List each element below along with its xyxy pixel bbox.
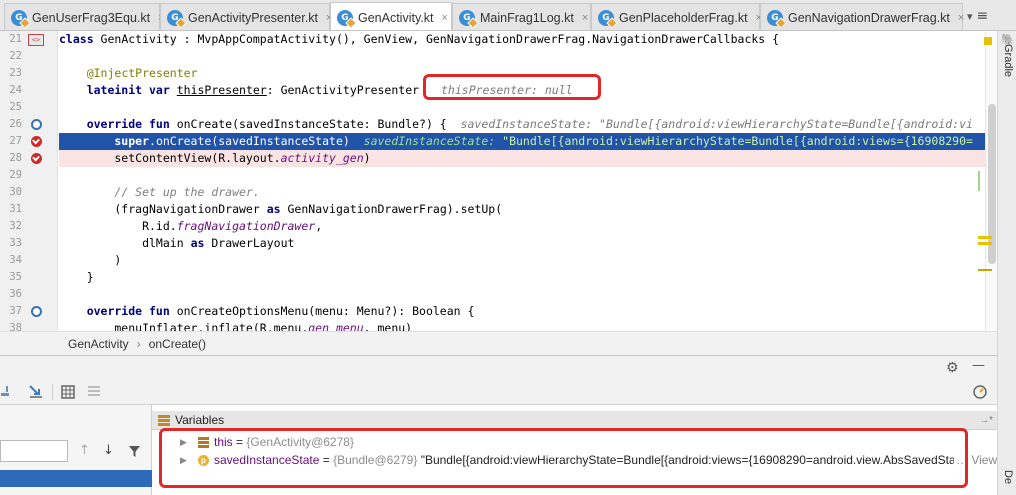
- close-icon[interactable]: ×: [958, 12, 964, 24]
- change-marker: [978, 236, 992, 239]
- tab-gennavigationdrawerfrag[interactable]: G GenNavigationDrawerFrag.kt ×: [760, 3, 964, 30]
- line-number: 30: [9, 186, 22, 198]
- code-line-27-execution-point: super.onCreate(savedInstanceState) saved…: [59, 133, 985, 150]
- code-line-21: class GenActivity : MvpAppCompatActivity…: [59, 32, 780, 46]
- breadcrumb-class[interactable]: GenActivity: [60, 337, 137, 351]
- memory-gauge-icon[interactable]: [972, 384, 988, 400]
- override-marker-icon[interactable]: [31, 306, 42, 317]
- tab-genactivitypresenter[interactable]: G GenActivityPresenter.kt ×: [160, 3, 332, 30]
- kotlin-class-icon: G: [167, 9, 187, 29]
- frames-pane: ↑ ↓: [0, 405, 152, 495]
- gradle-tool-window-button[interactable]: Gradle: [998, 44, 1014, 77]
- tab-label: MainFrag1Log.kt: [480, 10, 574, 25]
- change-marker: [978, 269, 992, 271]
- code-line-37: override fun onCreateOptionsMenu(menu: M…: [59, 304, 475, 318]
- code-line-38: menuInflater.inflate(R.menu.gen_menu, me…: [59, 321, 413, 331]
- device-tool-window-button[interactable]: De: [998, 470, 1014, 484]
- code-line-30: // Set up the drawer.: [114, 185, 260, 199]
- error-stripe-marker[interactable]: [984, 37, 992, 45]
- pin-icon[interactable]: →*: [979, 415, 993, 426]
- line-number: 22: [9, 50, 22, 62]
- line-number: 34: [9, 254, 22, 266]
- arrow-down-icon[interactable]: ↓: [103, 443, 114, 458]
- line-number: 35: [9, 271, 22, 283]
- right-tool-strip: 🐘: [997, 31, 1016, 495]
- tab-genactivity[interactable]: G GenActivity.kt ×: [330, 2, 452, 30]
- line-number: 25: [9, 101, 22, 113]
- separator: [52, 384, 53, 400]
- code-line-35: }: [59, 270, 94, 284]
- override-marker-icon[interactable]: [31, 119, 42, 130]
- line-number: 23: [9, 67, 22, 79]
- editor-tab-bar: G GenUserFrag3Equ.kt × G GenActivityPres…: [0, 0, 1016, 31]
- line-number: 36: [9, 288, 22, 300]
- breakpoint-icon[interactable]: [31, 153, 42, 164]
- filter-icon[interactable]: [128, 445, 141, 458]
- code-line-26: override fun onCreate(savedInstanceState…: [59, 117, 973, 131]
- kotlin-class-icon: G: [598, 9, 618, 29]
- editor-scrollbar[interactable]: [985, 31, 997, 331]
- tab-genuserfrag3equ[interactable]: G GenUserFrag3Equ.kt ×: [4, 3, 165, 30]
- kotlin-class-icon: G: [11, 9, 31, 29]
- evaluate-icon[interactable]: [61, 385, 75, 399]
- breadcrumb: GenActivity › onCreate(): [0, 331, 997, 355]
- tab-label: GenActivityPresenter.kt: [188, 10, 318, 25]
- variables-icon: [158, 414, 170, 426]
- frame-list-item-selected[interactable]: [0, 470, 152, 487]
- variables-pane: Variables →* ▶ this = {GenActivity@6278}…: [152, 405, 997, 495]
- change-marker: [978, 171, 980, 191]
- scrollbar-thumb[interactable]: [988, 104, 996, 264]
- line-number: 32: [9, 220, 22, 232]
- tab-label: GenUserFrag3Equ.kt: [32, 10, 151, 25]
- debug-toolbar: [0, 379, 997, 405]
- tab-label: GenActivity.kt: [358, 10, 434, 25]
- close-icon[interactable]: ×: [441, 12, 447, 24]
- gear-icon[interactable]: ⚙: [946, 360, 959, 376]
- tab-label: GenNavigationDrawerFrag.kt: [788, 10, 950, 25]
- close-icon[interactable]: ×: [582, 12, 588, 24]
- code-line-28: setContentView(R.layout.activity_gen): [59, 150, 985, 167]
- line-number: 37: [9, 305, 22, 317]
- line-number: 28: [9, 152, 22, 164]
- line-number: 33: [9, 237, 22, 249]
- kotlin-class-icon: G: [337, 9, 357, 29]
- layout-code-icon[interactable]: <>: [28, 34, 44, 46]
- line-number: 27: [9, 135, 22, 147]
- line-number: 29: [9, 169, 22, 181]
- code-line-34: ): [59, 253, 122, 267]
- restore-layout-icon[interactable]: [87, 385, 101, 399]
- line-number: 31: [9, 203, 22, 215]
- step-out-icon[interactable]: [0, 384, 14, 398]
- step-into-icon[interactable]: [28, 384, 44, 400]
- variables-title: Variables: [175, 413, 225, 427]
- line-number: 24: [9, 84, 22, 96]
- tab-mainfrag1log[interactable]: G MainFrag1Log.kt ×: [452, 3, 591, 30]
- kotlin-class-icon: G: [767, 9, 787, 29]
- kotlin-class-icon: G: [459, 9, 479, 29]
- line-number: 26: [9, 118, 22, 130]
- change-marker: [978, 242, 992, 245]
- arrow-up-icon[interactable]: ↑: [79, 443, 90, 458]
- chevron-down-icon[interactable]: ▾: [967, 10, 973, 23]
- highlight-box-variables: [159, 428, 968, 488]
- code-line-32: R.id.fragNavigationDrawer,: [59, 219, 323, 233]
- tab-label: GenPlaceholderFrag.kt: [619, 10, 748, 25]
- code-line-31: (fragNavigationDrawer as GenNavigationDr…: [59, 202, 503, 216]
- menu-icon[interactable]: ≡: [977, 8, 989, 24]
- breadcrumb-method[interactable]: onCreate(): [141, 337, 214, 351]
- breakpoint-icon[interactable]: [31, 136, 42, 147]
- editor-gutter[interactable]: 21 22 23 24 25 26 27 28 29 30 31 32 33 3…: [0, 31, 58, 334]
- code-editor[interactable]: 21 22 23 24 25 26 27 28 29 30 31 32 33 3…: [0, 31, 1016, 334]
- minimize-icon[interactable]: —: [972, 358, 985, 373]
- line-number: 21: [9, 33, 22, 45]
- tab-overflow[interactable]: ▾ ≡: [965, 5, 1015, 27]
- debug-panel-header: ⚙ —: [0, 355, 997, 379]
- code-line-33: dlMain as DrawerLayout: [59, 236, 295, 250]
- tab-genplaceholderfrag[interactable]: G GenPlaceholderFrag.kt ×: [591, 3, 762, 30]
- thread-selector[interactable]: [0, 440, 68, 462]
- highlight-box-presenter: [423, 74, 601, 100]
